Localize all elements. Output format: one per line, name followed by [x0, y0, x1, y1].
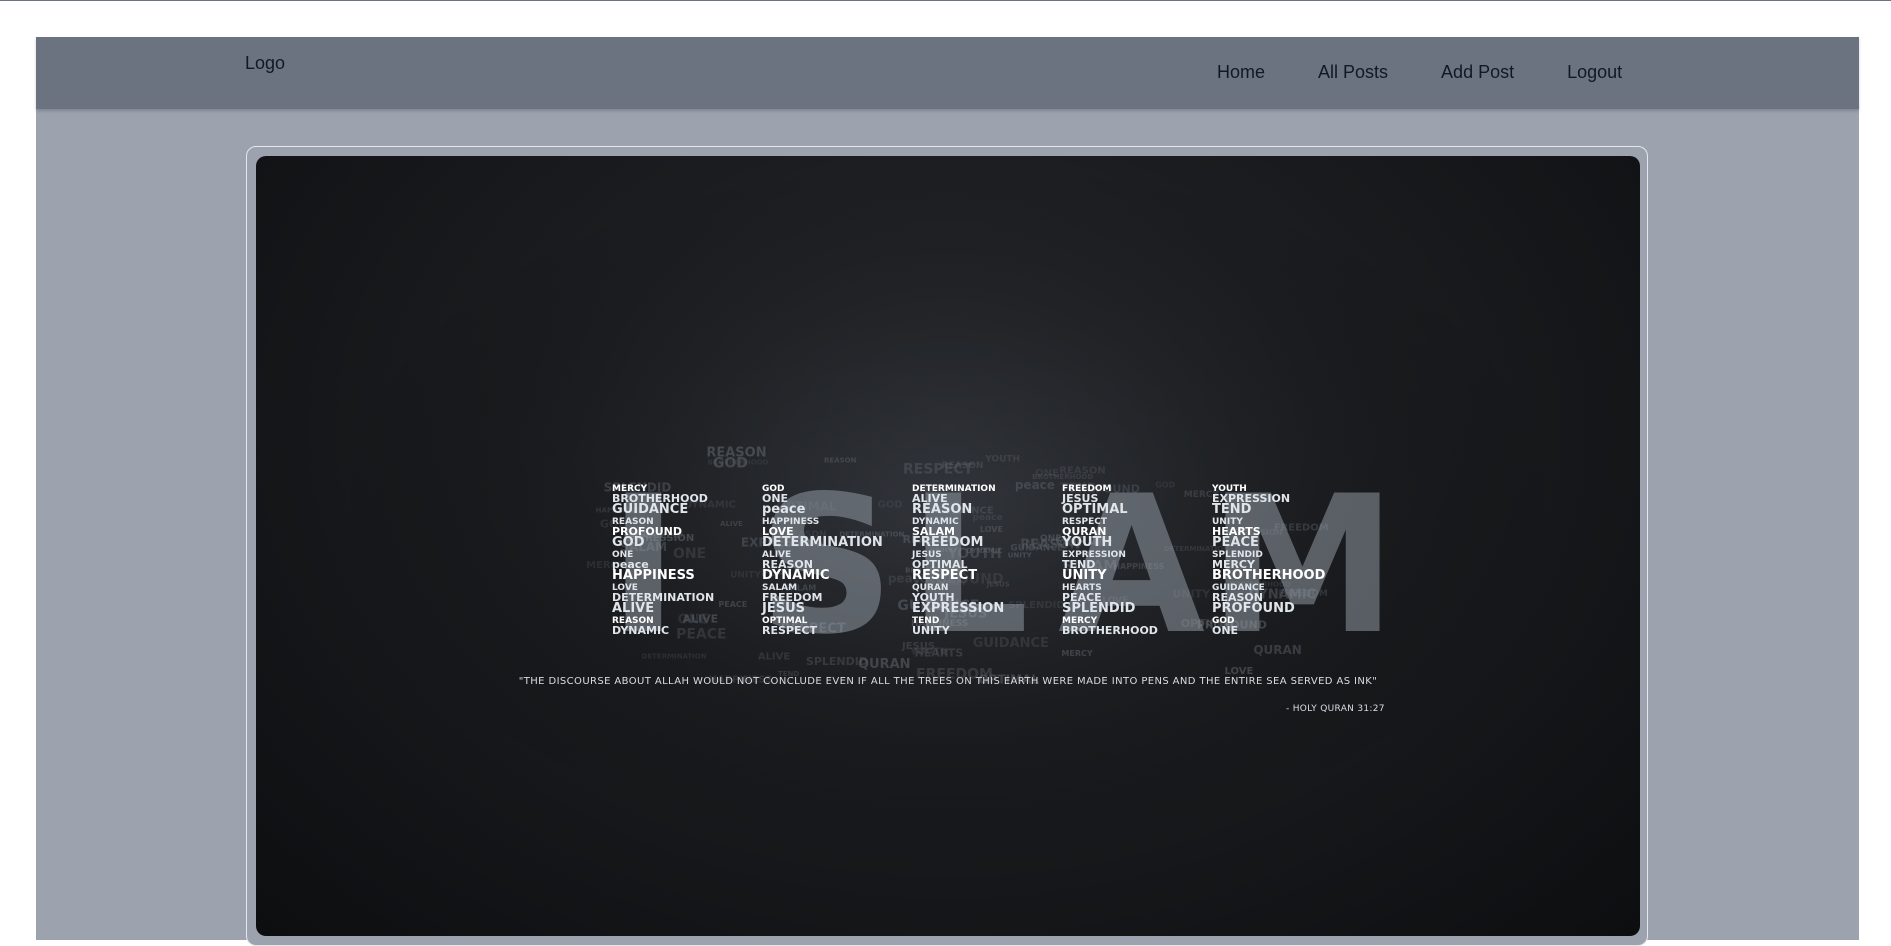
art-letter: MYOUTHEXPRESSIONTENDUNITYHEARTSPEACESPLE…: [1208, 455, 1397, 676]
nav-link-add-post[interactable]: Add Post: [1441, 62, 1514, 83]
navbar: Logo Home All Posts Add Post Logout: [36, 37, 1859, 109]
art-word: TEND: [1212, 502, 1252, 517]
art-word: GUIDANCE: [612, 502, 688, 517]
art-word: JESUS: [761, 601, 805, 616]
nav-link-logout[interactable]: Logout: [1567, 62, 1622, 83]
app-frame: Logo Home All Posts Add Post Logout MERC…: [36, 37, 1859, 946]
art-letter: AFREEDOMJESUSOPTIMALRESPECTQURANYOUTHEXP…: [1058, 455, 1205, 676]
art-word: FREEDOM: [912, 535, 983, 550]
background-word: ALIVE: [720, 520, 743, 528]
art-word: PEACE: [1212, 535, 1259, 550]
art-word: RESPECT: [912, 568, 977, 583]
art-letter: SGODONEpeaceHAPPINESSLOVEDETERMINATIONAL…: [758, 455, 895, 676]
art-word: BROTHERHOOD: [1212, 568, 1326, 583]
art-word: SPLENDID: [1062, 601, 1136, 616]
islam-typography-art: MERCYBROTHERHOODGUIDANCEREASONPROFOUNDGO…: [256, 156, 1640, 936]
top-rule: [0, 0, 1891, 1]
art-word: YOUTH: [1061, 535, 1112, 550]
background-word: PEACE: [718, 600, 747, 609]
art-word: peace: [762, 502, 806, 517]
logo[interactable]: Logo: [245, 53, 285, 74]
art-letter: LDETERMINATIONALIVEREASONDYNAMICSALAMFRE…: [908, 455, 1029, 676]
hero-quote: "THE DISCOURSE ABOUT ALLAH WOULD NOT CON…: [518, 676, 1378, 687]
art-word: HAPPINESS: [612, 568, 695, 583]
post-card: MERCY BROTHERHOOD GUIDANCE REASON PROFOUND GO…: [246, 146, 1648, 946]
nav-links: Home All Posts Add Post Logout: [1217, 62, 1622, 83]
art-word: EXPRESSION: [912, 601, 1004, 616]
nav-link-home[interactable]: Home: [1217, 62, 1265, 83]
art-word: ONE: [1212, 624, 1238, 637]
art-word: DYNAMIC: [762, 568, 830, 583]
art-word: GOD: [612, 535, 645, 550]
art-word: UNITY: [1062, 568, 1107, 583]
art-word: UNITY: [912, 624, 951, 637]
background-word: ALIVE: [682, 613, 718, 626]
art-word: DYNAMIC: [612, 624, 669, 637]
art-word: REASON: [912, 502, 972, 517]
background-word: UNITY: [730, 570, 761, 580]
hero-quote-source: - HOLY QURAN 31:27: [1286, 704, 1385, 714]
art-word: BROTHERHOOD: [1062, 624, 1158, 637]
art-word: DETERMINATION: [762, 535, 883, 550]
background-word: PEACE: [676, 626, 727, 642]
art-word: PROFOUND: [1212, 601, 1295, 616]
art-word: ALIVE: [612, 601, 654, 616]
art-word: RESPECT: [762, 624, 818, 637]
hero-image: MERCY BROTHERHOOD GUIDANCE REASON PROFOUND GO…: [256, 156, 1640, 936]
nav-link-all-posts[interactable]: All Posts: [1318, 62, 1388, 83]
art-word: OPTIMAL: [1062, 502, 1128, 517]
